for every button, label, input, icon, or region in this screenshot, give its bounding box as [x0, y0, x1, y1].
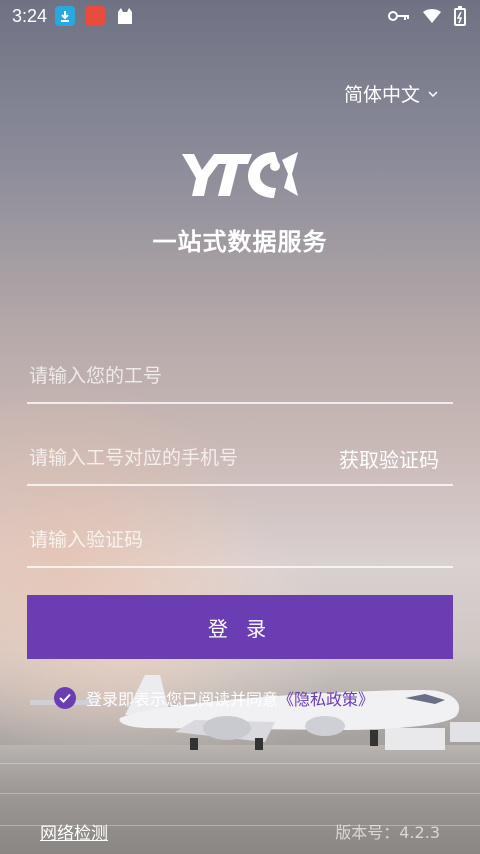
language-label: 简体中文	[343, 84, 420, 106]
employee-id-input[interactable]	[27, 360, 331, 392]
phone-field: 获取验证码	[27, 434, 453, 486]
verification-code-input[interactable]	[27, 524, 331, 556]
runway-line	[0, 793, 480, 794]
runway-line	[0, 763, 480, 764]
agree-checkbox[interactable]	[54, 687, 76, 709]
agreement-row: 登录即表示您已阅读并同意《隐私政策》	[54, 686, 374, 710]
status-bar: 3:24	[0, 0, 480, 34]
agreement-text: 登录即表示您已阅读并同意	[86, 690, 279, 709]
status-time: 3:24	[12, 6, 48, 26]
wifi-icon	[423, 9, 441, 23]
key-icon	[388, 11, 409, 21]
employee-id-field	[27, 352, 453, 404]
code-field	[27, 516, 453, 568]
brand-logo	[182, 152, 298, 198]
phone-input[interactable]	[27, 442, 331, 474]
version-label: 版本号：4.2.3	[335, 823, 440, 842]
download-icon	[55, 6, 75, 26]
brand-slogan: 一站式数据服务	[152, 228, 328, 256]
network-check-link[interactable]: 网络检测	[40, 819, 108, 844]
checkmark-icon	[59, 693, 71, 703]
privacy-policy-link[interactable]: 《隐私政策》	[278, 690, 374, 709]
cat-icon	[115, 6, 135, 26]
login-button[interactable]: 登 录	[27, 595, 453, 659]
battery-icon	[454, 6, 466, 26]
chevron-down-icon	[428, 90, 438, 97]
app-notification-icon	[85, 6, 105, 26]
get-code-button[interactable]: 获取验证码	[339, 444, 439, 473]
language-selector[interactable]: 简体中文	[344, 80, 438, 107]
